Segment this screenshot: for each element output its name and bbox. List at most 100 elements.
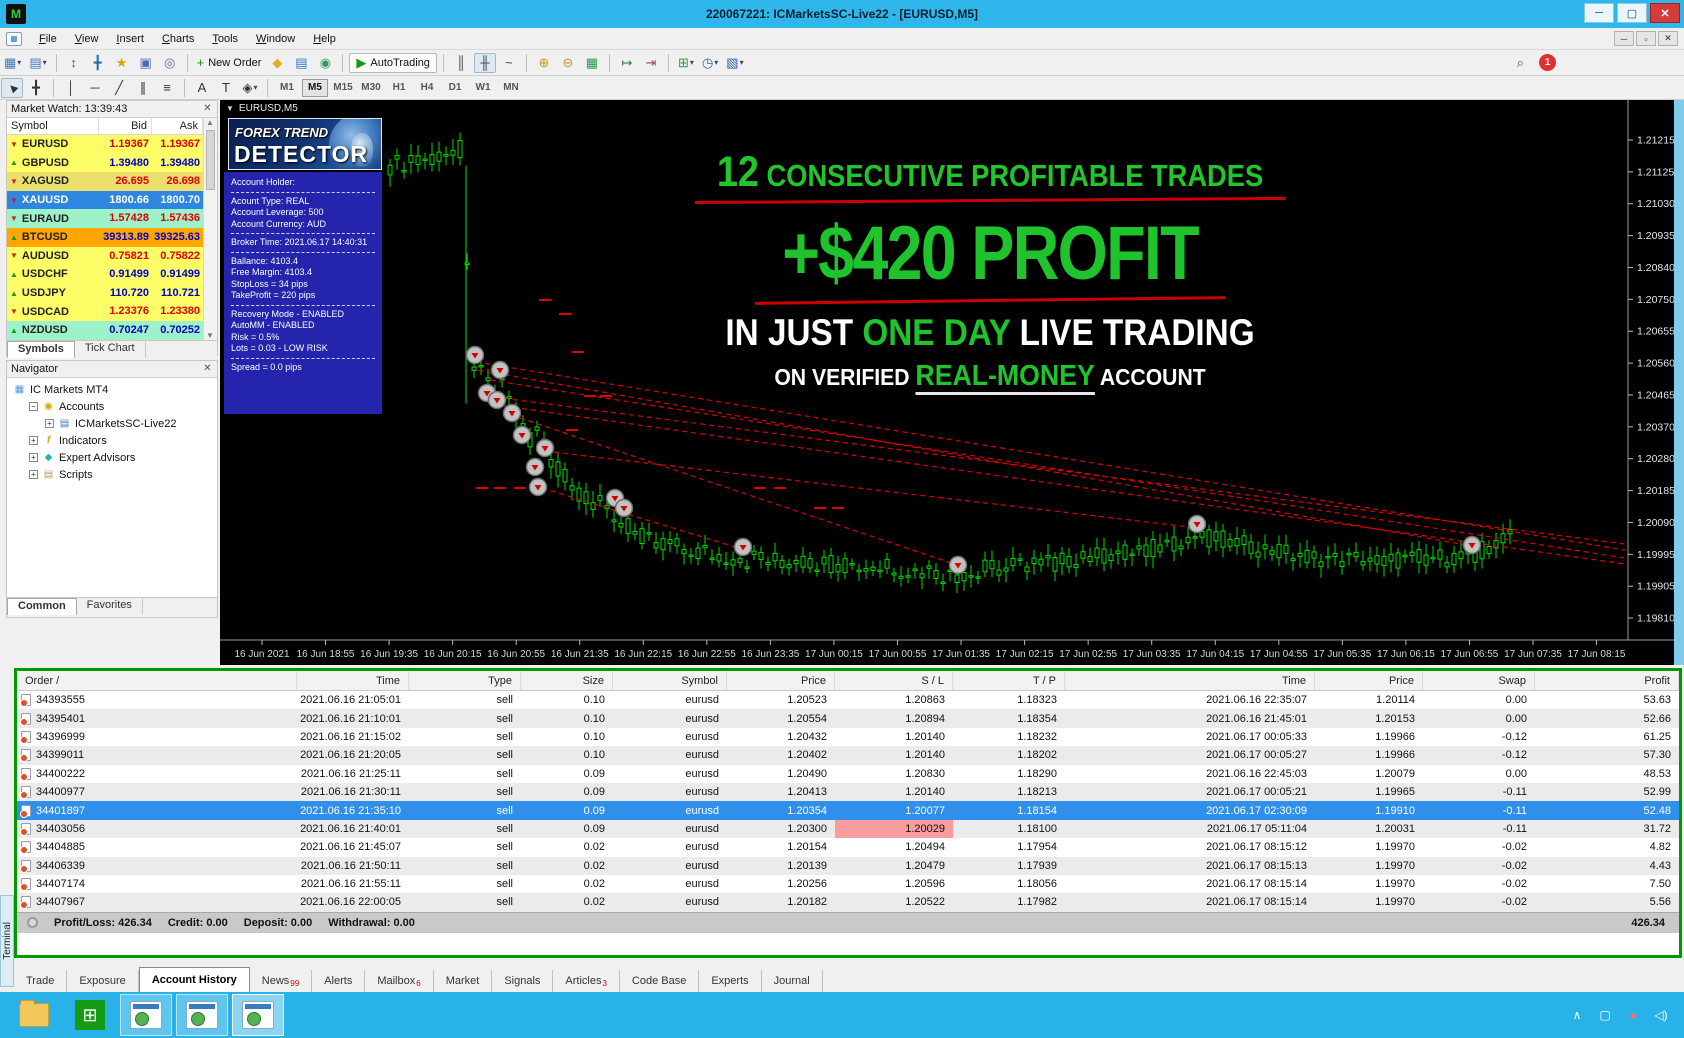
chart-close-button[interactable]: ✕ [1658, 31, 1678, 46]
terminal-tab-articles[interactable]: Articles3 [553, 970, 620, 992]
history-col-profit-11[interactable]: Profit [1535, 671, 1679, 690]
history-col-price-9[interactable]: Price [1315, 671, 1423, 690]
navigator-item-icmarketssc-live22[interactable]: +▤ICMarketsSC-Live22 [7, 415, 217, 432]
chart-shift-icon[interactable]: ⇥ [640, 53, 662, 73]
history-row-34407174[interactable]: 344071742021.06.16 21:55:11sell0.02eurus… [17, 875, 1679, 893]
history-row-34401897[interactable]: 344018972021.06.16 21:35:10sell0.09eurus… [17, 801, 1679, 819]
history-row-34404885[interactable]: 344048852021.06.16 21:45:07sell0.02eurus… [17, 838, 1679, 856]
market-watch-toggle-icon[interactable]: ↕ [63, 53, 85, 73]
notification-badge[interactable]: 1 [1539, 54, 1556, 71]
navigator-toggle-icon[interactable]: ★ [111, 53, 133, 73]
history-row-34407967[interactable]: 344079672021.06.16 22:00:05sell0.02eurus… [17, 893, 1679, 911]
menu-file[interactable]: File [30, 31, 66, 47]
terminal-tab-account-history[interactable]: Account History [139, 967, 250, 992]
search-icon[interactable]: ⌕ [1517, 55, 1524, 71]
indicators-icon[interactable]: ⊞▾ [675, 53, 697, 73]
bar-chart-mode-icon[interactable]: ║ [450, 53, 472, 73]
history-row-34400977[interactable]: 344009772021.06.16 21:30:11sell0.09eurus… [17, 783, 1679, 801]
profiles-icon[interactable]: ▤▾ [26, 53, 49, 73]
market-watch-row-gbpusd[interactable]: ▲GBPUSD1.394801.39480 [7, 154, 217, 173]
navigator-item-accounts[interactable]: −◉Accounts [7, 398, 217, 415]
new-chart-icon[interactable]: ▦▾ [1, 53, 24, 73]
collapse-icon[interactable]: − [29, 402, 38, 411]
terminal-tab-market[interactable]: Market [434, 970, 493, 992]
history-row-34403056[interactable]: 344030562021.06.16 21:40:01sell0.09eurus… [17, 820, 1679, 838]
taskbar-mt4-window-1[interactable] [120, 994, 172, 1036]
history-col-time-8[interactable]: Time [1065, 671, 1315, 690]
tray-volume-icon[interactable]: ◁) [1652, 1008, 1670, 1022]
terminal-tab-experts[interactable]: Experts [699, 970, 761, 992]
data-window-icon[interactable]: ╋ [87, 53, 109, 73]
chart-symbol-label[interactable]: ▼ EURUSD,M5 [226, 103, 298, 114]
history-row-34396999[interactable]: 343969992021.06.16 21:15:02sell0.10eurus… [17, 728, 1679, 746]
templates-icon[interactable]: ▧▾ [723, 53, 746, 73]
timeframe-h1-button[interactable]: H1 [386, 79, 412, 97]
menu-window[interactable]: Window [247, 31, 304, 47]
text-label-icon[interactable]: T [215, 78, 237, 98]
history-col-time-1[interactable]: Time [297, 671, 409, 690]
terminal-side-tab[interactable]: Terminal [0, 895, 14, 987]
line-chart-mode-icon[interactable]: ~ [498, 53, 520, 73]
market-watch-row-xagusd[interactable]: ▼XAGUSD26.69526.698 [7, 172, 217, 191]
tray-window-indicator-icon[interactable]: ▢ [1596, 1008, 1614, 1022]
history-col-s-l-6[interactable]: S / L [835, 671, 953, 690]
taskbar-file-explorer[interactable] [8, 994, 60, 1036]
timeframe-h4-button[interactable]: H4 [414, 79, 440, 97]
market-watch-col-bid[interactable]: Bid [99, 118, 152, 134]
horizontal-line-icon[interactable]: ─ [84, 78, 106, 98]
market-watch-row-eurusd[interactable]: ▼EURUSD1.193671.19367 [7, 135, 217, 154]
history-row-34406339[interactable]: 344063392021.06.16 21:50:11sell0.02eurus… [17, 857, 1679, 875]
history-table-header[interactable]: Order /TimeTypeSizeSymbolPriceS / LT / P… [17, 671, 1679, 691]
new-order-icon[interactable]: +New Order [194, 53, 265, 73]
market-watch-row-btcusd[interactable]: ▲BTCUSD39313.8939325.63 [7, 228, 217, 247]
navigator-item-expert-advisors[interactable]: +◆Expert Advisors [7, 449, 217, 466]
tab-common[interactable]: Common [7, 598, 77, 615]
tray-alert-indicator-icon[interactable]: ● [1624, 1008, 1642, 1022]
expand-icon[interactable]: + [29, 453, 38, 462]
market-watch-scrollbar[interactable]: ▲▼ [203, 118, 217, 340]
navigator-item-indicators[interactable]: +fIndicators [7, 432, 217, 449]
fibonacci-retracement-icon[interactable]: ≡ [156, 78, 178, 98]
vertical-line-icon[interactable]: │ [60, 78, 82, 98]
timeframe-mn-button[interactable]: MN [498, 79, 524, 97]
tab-symbols[interactable]: Symbols [7, 341, 75, 358]
navigator-item-ic-markets-mt4[interactable]: ▦IC Markets MT4 [7, 381, 217, 398]
terminal-tab-news[interactable]: News99 [250, 970, 312, 992]
history-col-size-3[interactable]: Size [521, 671, 613, 690]
taskbar-windows-store[interactable]: ⊞ [64, 994, 116, 1036]
menu-charts[interactable]: Charts [153, 31, 203, 47]
timeframe-d1-button[interactable]: D1 [442, 79, 468, 97]
market-watch-row-nzdusd[interactable]: ▲NZDUSD0.702470.70252 [7, 321, 217, 340]
taskbar-mt4-window-3[interactable] [232, 994, 284, 1036]
history-row-34393555[interactable]: 343935552021.06.16 21:05:01sell0.10eurus… [17, 691, 1679, 709]
tab-favorites[interactable]: Favorites [77, 598, 143, 615]
expand-icon[interactable]: + [45, 419, 54, 428]
timeframe-m30-button[interactable]: M30 [358, 79, 384, 97]
history-col-swap-10[interactable]: Swap [1423, 671, 1535, 690]
close-button[interactable]: ✕ [1650, 3, 1680, 23]
periods-icon[interactable]: ◷▾ [699, 53, 721, 73]
auto-scroll-icon[interactable]: ↦ [616, 53, 638, 73]
chart-window[interactable]: 1.212151.211251.210301.209351.208401.207… [220, 100, 1684, 665]
menu-insert[interactable]: Insert [107, 31, 153, 47]
market-watch-col-symbol[interactable]: Symbol [7, 118, 99, 134]
collapse-triangle-icon[interactable]: ▼ [226, 104, 234, 113]
text-icon[interactable]: A [191, 78, 213, 98]
history-row-34395401[interactable]: 343954012021.06.16 21:10:01sell0.10eurus… [17, 709, 1679, 727]
zoom-in-icon[interactable]: ⊕ [533, 53, 555, 73]
chart-minimize-button[interactable]: ─ [1614, 31, 1634, 46]
terminal-tab-exposure[interactable]: Exposure [67, 970, 138, 992]
tab-tick-chart[interactable]: Tick Chart [75, 341, 146, 358]
taskbar-mt4-window-2[interactable] [176, 994, 228, 1036]
timeframe-m5-button[interactable]: M5 [302, 79, 328, 97]
market-watch-row-euraud[interactable]: ▼EURAUD1.574281.57436 [7, 209, 217, 228]
arrows-shapes-icon[interactable]: ◈▾ [239, 78, 261, 98]
menu-view[interactable]: View [66, 31, 108, 47]
history-row-34399011[interactable]: 343990112021.06.16 21:20:05sell0.10eurus… [17, 746, 1679, 764]
market-watch-row-usdcad[interactable]: ▼USDCAD1.233761.23380 [7, 302, 217, 321]
history-col-type-2[interactable]: Type [409, 671, 521, 690]
market-watch-row-audusd[interactable]: ▼AUDUSD0.758210.75822 [7, 247, 217, 266]
expand-icon[interactable]: + [29, 436, 38, 445]
terminal-tab-signals[interactable]: Signals [492, 970, 553, 992]
expand-icon[interactable]: + [29, 470, 38, 479]
